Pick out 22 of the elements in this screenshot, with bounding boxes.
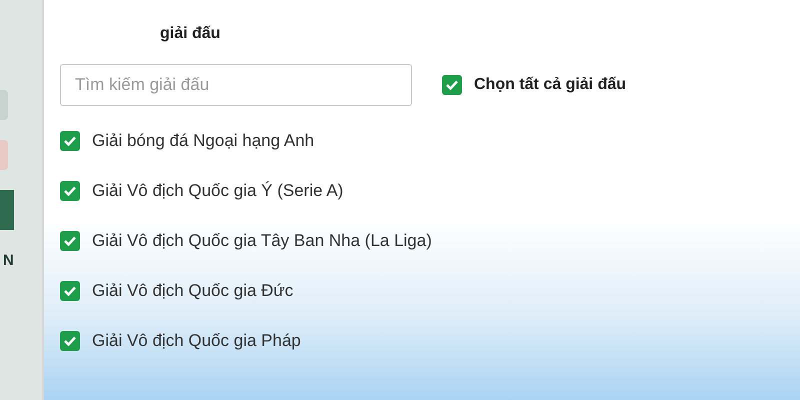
league-label: Giải Vô địch Quốc gia Ý (Serie A) — [92, 180, 344, 202]
checkbox[interactable] — [60, 131, 80, 151]
select-all-label: Chọn tất cả giải đấu — [474, 75, 626, 95]
checkbox[interactable] — [60, 231, 80, 251]
panel-title: giải đấu — [160, 24, 222, 44]
league-label: Giải Vô địch Quốc gia Đức — [92, 280, 294, 302]
side-bar — [0, 190, 14, 230]
checkbox[interactable] — [60, 181, 80, 201]
check-icon — [63, 234, 77, 248]
check-icon — [63, 134, 77, 148]
check-icon — [63, 284, 77, 298]
league-label: Giải Vô địch Quốc gia Tây Ban Nha (La Liga) — [92, 230, 432, 252]
check-icon — [63, 334, 77, 348]
search-field[interactable]: Tìm kiếm giải đấu — [60, 64, 412, 106]
checkbox[interactable] — [442, 75, 462, 95]
side-letter: N — [2, 251, 14, 271]
checkbox[interactable] — [60, 281, 80, 301]
check-icon — [63, 184, 77, 198]
checkbox[interactable] — [60, 331, 80, 351]
check-icon — [445, 78, 459, 92]
league-label: Giải bóng đá Ngoại hạng Anh — [92, 130, 314, 152]
league-label: Giải Vô địch Quốc gia Pháp — [92, 330, 301, 352]
